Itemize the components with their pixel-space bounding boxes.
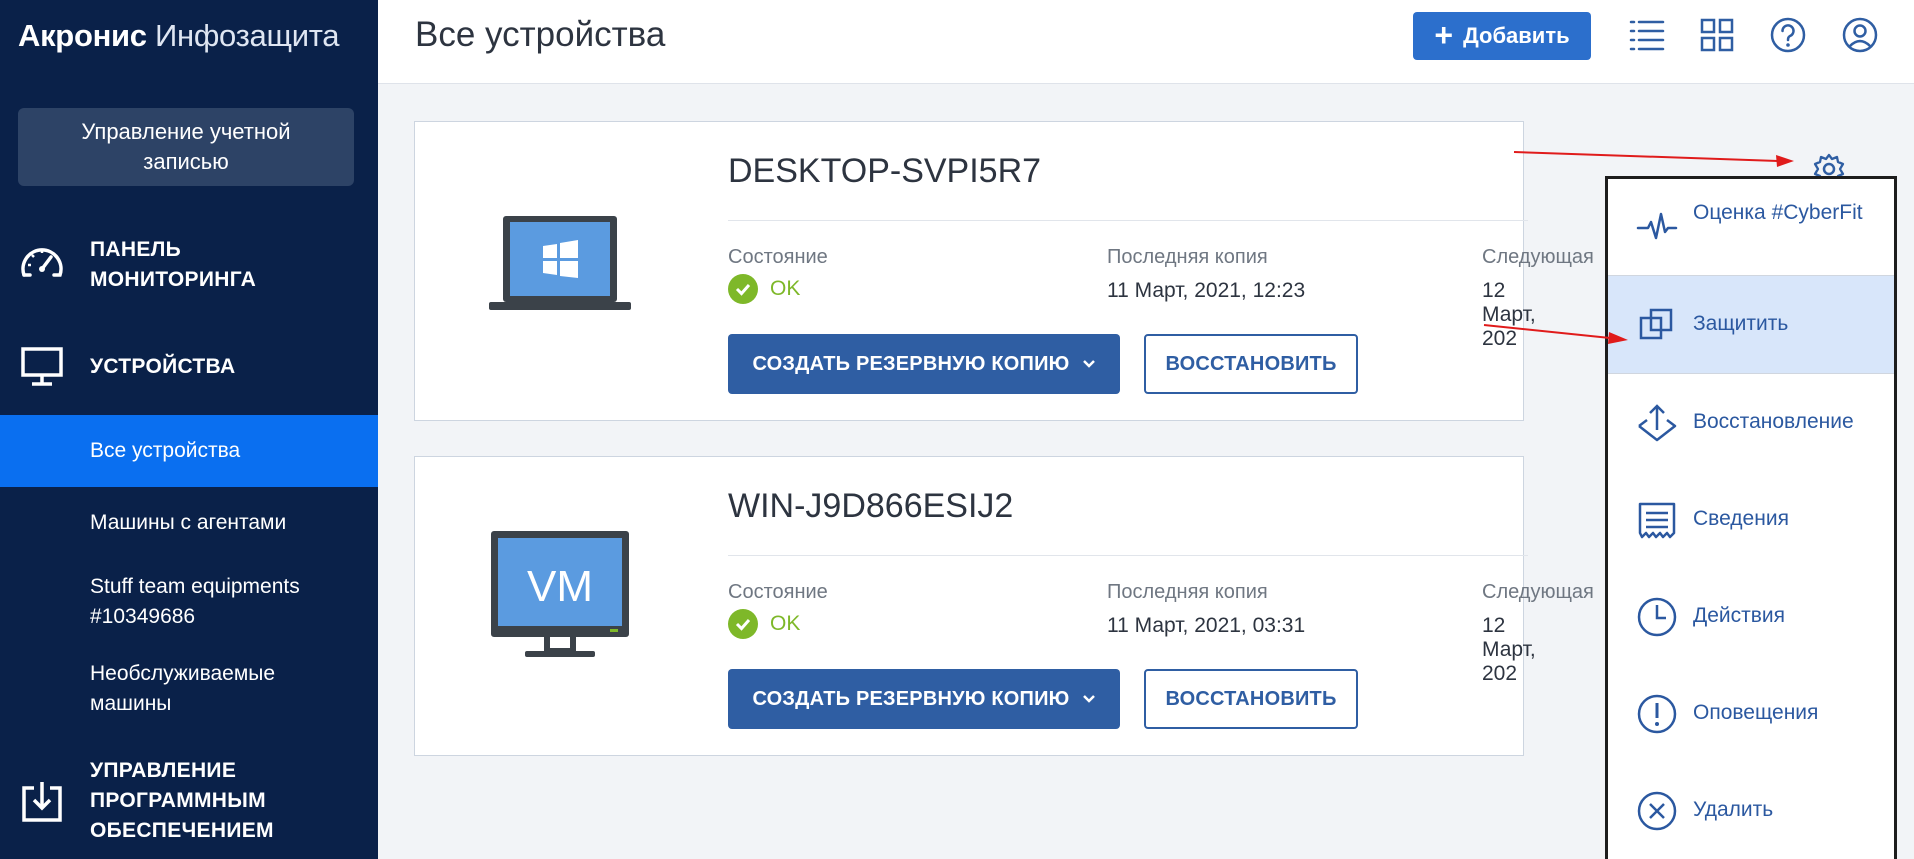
dashboard-gauge-icon: [21, 248, 63, 277]
last-backup-label: Последняя копия: [1107, 581, 1268, 603]
create-backup-button[interactable]: СОЗДАТЬ РЕЗЕРВНУЮ КОПИЮ: [728, 669, 1120, 729]
menu-label-protect: Защитить: [1693, 312, 1789, 335]
status-label: Состояние: [728, 246, 828, 268]
grid-view-icon[interactable]: [1698, 16, 1736, 54]
menu-item-delete[interactable]: Удалить: [1608, 762, 1894, 859]
plus-icon: +: [1434, 16, 1454, 53]
chevron-down-icon: [1082, 360, 1095, 368]
vm-monitor-icon: VM: [491, 531, 629, 657]
delete-icon: [1637, 791, 1677, 831]
top-header: Все устройства + Добавить: [378, 0, 1914, 84]
restore-button[interactable]: ВОССТАНОВИТЬ: [1144, 669, 1358, 729]
status-ok-text: OK: [770, 612, 801, 635]
status-value: OK: [728, 609, 800, 639]
divider: [728, 555, 1528, 556]
menu-label-details: Сведения: [1693, 507, 1789, 530]
status-value: OK: [728, 274, 800, 304]
menu-item-details[interactable]: Сведения: [1608, 471, 1894, 568]
menu-label-delete: Удалить: [1693, 798, 1774, 821]
windows-laptop-icon: [489, 216, 631, 310]
add-button-label: Добавить: [1463, 23, 1570, 48]
nav-stuff-team-equipments[interactable]: Stuff team equipments #10349686: [0, 571, 340, 633]
alert-icon: [1637, 694, 1677, 734]
add-button[interactable]: + Добавить: [1413, 12, 1591, 60]
menu-item-protect[interactable]: Защитить: [1608, 276, 1894, 373]
nav-devices-label: УСТРОЙСТВА: [90, 355, 236, 378]
device-context-menu: Оценка #CyberFit Защитить Восстановление…: [1605, 176, 1897, 859]
account-icon[interactable]: [1841, 16, 1879, 54]
sidebar: Акронис Инфозащита Управление учетной за…: [0, 0, 378, 859]
status-ok-text: OK: [770, 277, 801, 300]
menu-item-recovery[interactable]: Восстановление: [1608, 374, 1894, 471]
create-backup-label: СОЗДАТЬ РЕЗЕРВНУЮ КОПИЮ: [752, 352, 1070, 375]
check-circle-icon: [728, 274, 758, 304]
download-tray-icon: [22, 782, 62, 822]
last-backup-label: Последняя копия: [1107, 246, 1268, 268]
vm-label: VM: [527, 562, 593, 611]
next-backup-label: Следующая: [1482, 246, 1594, 268]
restore-button[interactable]: ВОССТАНОВИТЬ: [1144, 334, 1358, 394]
create-backup-button[interactable]: СОЗДАТЬ РЕЗЕРВНУЮ КОПИЮ: [728, 334, 1120, 394]
nav-dashboard[interactable]: ПАНЕЛЬ МОНИТОРИНГА: [0, 235, 378, 295]
annotation-arrow: [1513, 151, 1779, 162]
next-backup-value: 12 Март, 202: [1482, 279, 1536, 350]
create-backup-label: СОЗДАТЬ РЕЗЕРВНУЮ КОПИЮ: [752, 687, 1070, 710]
chevron-down-icon: [1082, 695, 1095, 703]
next-backup-value: 12 Март, 202: [1482, 614, 1536, 685]
recovery-icon: [1638, 404, 1677, 442]
help-icon[interactable]: [1769, 16, 1807, 54]
menu-label-cyberfit: Оценка #CyberFit: [1693, 201, 1863, 224]
list-view-icon[interactable]: [1628, 16, 1666, 54]
divider: [728, 220, 1528, 221]
brand-logo[interactable]: Акронис Инфозащита: [18, 18, 340, 54]
menu-label-alerts: Оповещения: [1693, 701, 1819, 724]
brand-name-light: Инфозащита: [155, 18, 340, 53]
device-name[interactable]: DESKTOP-SVPI5R7: [728, 152, 1041, 191]
details-icon: [1638, 502, 1676, 539]
nav-software-management[interactable]: УПРАВЛЕНИЕ ПРОГРАММНЫМ ОБЕСПЕЧЕНИЕМ: [0, 756, 378, 850]
last-backup-value: 11 Март, 2021, 03:31: [1107, 614, 1306, 637]
next-backup-label: Следующая: [1482, 581, 1594, 603]
menu-item-cyberfit[interactable]: Оценка #CyberFit: [1608, 179, 1894, 275]
menu-label-activities: Действия: [1693, 604, 1786, 627]
nav-software-label: УПРАВЛЕНИЕ ПРОГРАММНЫМ ОБЕСПЕЧЕНИЕМ: [90, 759, 274, 842]
menu-item-alerts[interactable]: Оповещения: [1608, 665, 1894, 762]
device-card: VM WIN-J9D866ESIJ2 Состояние OK Последня…: [414, 456, 1594, 756]
nav-unmanaged-machines[interactable]: Необслуживаемые машины: [0, 658, 320, 720]
last-backup-value: 11 Март, 2021, 12:23: [1107, 279, 1306, 302]
arrow-head: [1776, 155, 1794, 167]
nav-agent-machines[interactable]: Машины с агентами: [0, 508, 378, 538]
protect-icon: [1639, 308, 1673, 340]
status-label: Состояние: [728, 581, 828, 603]
brand-name-bold: Акронис: [18, 18, 147, 53]
menu-label-recovery: Восстановление: [1693, 410, 1854, 433]
pulse-icon: [1636, 212, 1678, 240]
page-title: Все устройства: [415, 15, 666, 54]
nav-all-devices[interactable]: Все устройства: [0, 415, 378, 487]
clock-icon: [1637, 597, 1677, 637]
monitor-icon: [21, 347, 63, 386]
account-management-button[interactable]: Управление учетной записью: [18, 108, 354, 186]
nav-devices[interactable]: УСТРОЙСТВА: [0, 344, 378, 390]
device-name[interactable]: WIN-J9D866ESIJ2: [728, 487, 1013, 526]
device-card: DESKTOP-SVPI5R7 Состояние OK Последняя к…: [414, 121, 1845, 421]
nav-dashboard-label: ПАНЕЛЬ МОНИТОРИНГА: [90, 238, 257, 291]
check-circle-icon: [728, 609, 758, 639]
menu-item-activities[interactable]: Действия: [1608, 568, 1894, 665]
